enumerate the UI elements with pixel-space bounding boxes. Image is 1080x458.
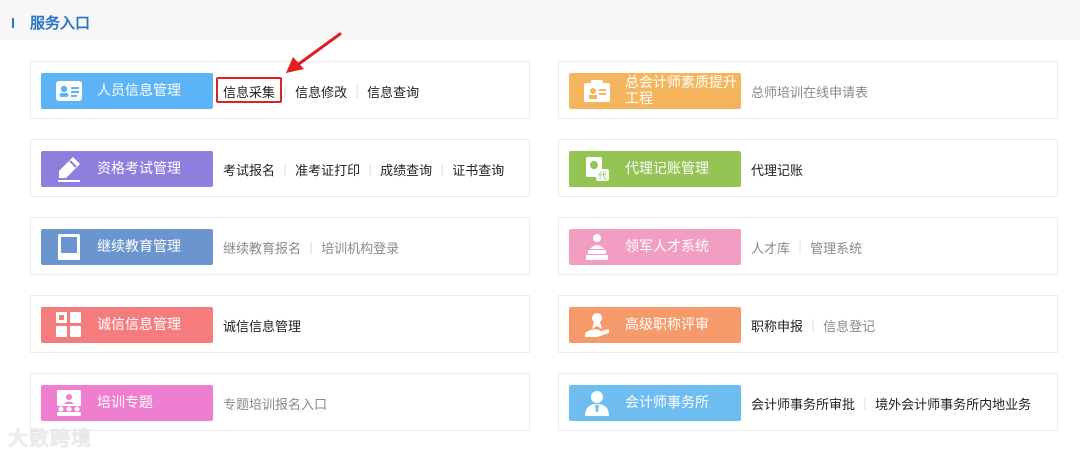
- service-card: 领军人才系统 人才库 | 管理系统: [558, 217, 1058, 275]
- service-link[interactable]: 管理系统: [810, 238, 862, 257]
- service-link[interactable]: 考试报名: [223, 160, 275, 179]
- watermark: 大数跨境: [8, 426, 92, 450]
- link-group: 总师培训在线申请表: [751, 62, 868, 120]
- category-button[interactable]: 人员信息管理: [41, 73, 213, 109]
- service-link[interactable]: 继续教育报名: [223, 238, 301, 257]
- category-button[interactable]: 总会计师素质提升工程: [569, 73, 741, 109]
- category-label: 会计师事务所: [625, 395, 709, 411]
- link-separator: |: [440, 162, 445, 176]
- link-separator: |: [863, 396, 868, 410]
- award-hand-icon: [583, 311, 611, 339]
- category-button[interactable]: 高级职称评审: [569, 307, 741, 343]
- link-group: 代理记账: [751, 140, 803, 198]
- category-label: 总会计师素质提升工程: [625, 75, 737, 107]
- service-card: 继续教育管理 继续教育报名 | 培训机构登录: [30, 217, 530, 275]
- service-link[interactable]: 总师培训在线申请表: [751, 82, 868, 101]
- service-link[interactable]: 诚信信息管理: [223, 316, 301, 335]
- service-card: 资格考试管理 考试报名 | 准考证打印 | 成绩查询 | 证书查询: [30, 139, 530, 197]
- category-button[interactable]: 继续教育管理: [41, 229, 213, 265]
- link-separator: |: [283, 84, 288, 98]
- category-button[interactable]: 会计师事务所: [569, 385, 741, 421]
- link-separator: |: [798, 240, 803, 254]
- arrow-annotation: [286, 32, 342, 73]
- service-link[interactable]: 职称申报: [751, 316, 803, 335]
- service-link[interactable]: 准考证打印: [295, 160, 360, 179]
- certificate-icon: [583, 77, 611, 105]
- pen-icon: [55, 155, 83, 183]
- service-link[interactable]: 专题培训报名入口: [223, 394, 327, 413]
- link-separator: |: [811, 318, 816, 332]
- category-label: 高级职称评审: [625, 317, 709, 333]
- service-link[interactable]: 境外会计师事务所内地业务: [875, 394, 1031, 413]
- link-group: 职称申报 | 信息登记: [751, 296, 875, 354]
- category-button[interactable]: 领军人才系统: [569, 229, 741, 265]
- service-card: 总会计师素质提升工程 总师培训在线申请表: [558, 61, 1058, 119]
- header-accent-bar: [12, 18, 14, 28]
- highlight-box: [216, 77, 282, 103]
- service-link[interactable]: 人才库: [751, 238, 790, 257]
- category-label: 培训专题: [97, 395, 153, 411]
- service-link[interactable]: 信息查询: [367, 82, 419, 101]
- service-card: 高级职称评审 职称申报 | 信息登记: [558, 295, 1058, 353]
- section-title: 服务入口: [30, 14, 91, 32]
- link-separator: |: [309, 240, 314, 254]
- link-group: 继续教育报名 | 培训机构登录: [223, 218, 399, 276]
- link-group: 专题培训报名入口: [223, 374, 327, 432]
- service-card: 培训专题 专题培训报名入口: [30, 373, 530, 431]
- service-card: 诚信信息管理 诚信信息管理: [30, 295, 530, 353]
- category-label: 诚信信息管理: [97, 317, 181, 333]
- category-label: 人员信息管理: [97, 83, 181, 99]
- grid-icon: [55, 311, 83, 339]
- link-separator: |: [355, 84, 360, 98]
- service-link[interactable]: 信息修改: [295, 82, 347, 101]
- category-label: 继续教育管理: [97, 239, 181, 255]
- category-label: 领军人才系统: [625, 239, 709, 255]
- service-link[interactable]: 成绩查询: [380, 160, 432, 179]
- category-button[interactable]: 诚信信息管理: [41, 307, 213, 343]
- presentation-icon: [55, 389, 83, 417]
- person-icon: [583, 389, 611, 417]
- link-group: 诚信信息管理: [223, 296, 301, 354]
- category-label: 资格考试管理: [97, 161, 181, 177]
- service-card: 会计师事务所 会计师事务所审批 | 境外会计师事务所内地业务: [558, 373, 1058, 431]
- service-link[interactable]: 信息登记: [823, 316, 875, 335]
- link-group: 考试报名 | 准考证打印 | 成绩查询 | 证书查询: [223, 140, 504, 198]
- service-link[interactable]: 培训机构登录: [321, 238, 399, 257]
- link-separator: |: [283, 162, 288, 176]
- agent-document-icon: 代: [583, 155, 611, 183]
- service-link[interactable]: 代理记账: [751, 160, 803, 179]
- category-button[interactable]: 代 代理记账管理: [569, 151, 741, 187]
- podium-person-icon: [583, 233, 611, 261]
- service-card: 代 代理记账管理 代理记账: [558, 139, 1058, 197]
- service-link[interactable]: 会计师事务所审批: [751, 394, 855, 413]
- category-label: 代理记账管理: [625, 161, 709, 177]
- service-link[interactable]: 证书查询: [452, 160, 504, 179]
- category-button[interactable]: 资格考试管理: [41, 151, 213, 187]
- category-button[interactable]: 培训专题: [41, 385, 213, 421]
- link-separator: |: [368, 162, 373, 176]
- svg-text:代: 代: [598, 171, 607, 182]
- id-card-icon: [55, 77, 83, 105]
- section-header: 服务入口: [0, 0, 1080, 40]
- book-icon: [55, 233, 83, 261]
- link-group: 会计师事务所审批 | 境外会计师事务所内地业务: [751, 374, 1031, 432]
- link-group: 人才库 | 管理系统: [751, 218, 862, 276]
